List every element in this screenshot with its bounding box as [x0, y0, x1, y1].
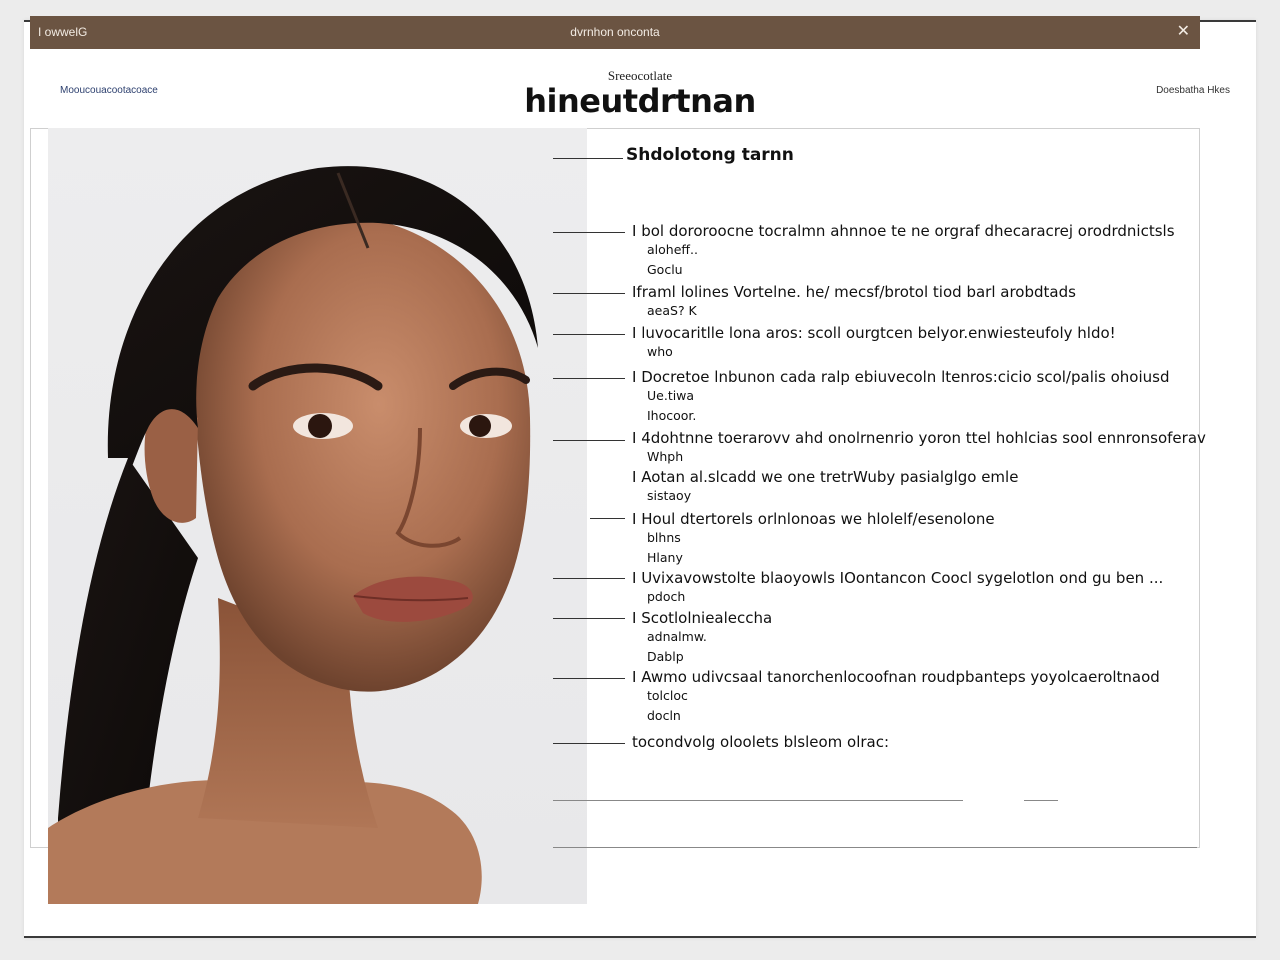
leader-line [553, 158, 623, 159]
list-item-subtext: Whph [647, 449, 684, 464]
close-icon[interactable]: ✕ [1177, 21, 1190, 41]
list-item-subtext: docln [647, 708, 681, 723]
leader-line [553, 440, 625, 441]
leader-line [553, 743, 625, 744]
list-item-subtext: adnalmw. [647, 629, 707, 644]
divider [553, 800, 963, 801]
list-item: I Scotlolniealeccha adnalmw. Dablp [632, 609, 772, 667]
list-item-subtext: Goclu [647, 262, 683, 277]
leader-line [553, 293, 625, 294]
window-title: dvrnhon onconta [570, 25, 660, 39]
list-item-subtext: pdoch [647, 589, 686, 604]
header-right-text: Doesbatha Hkes [1156, 85, 1230, 96]
list-item-text: I Docretoe lnbunon cada ralp ebiuvecoln … [632, 368, 1170, 386]
list-item-subtext: tolcloc [647, 688, 688, 703]
list-item-text: I luvocaritlle lona aros: scoll ourgtcen… [632, 324, 1116, 342]
leader-line [553, 334, 625, 335]
leader-line [553, 578, 625, 579]
portrait-illustration [48, 166, 538, 904]
list-item-subtext: blhns [647, 530, 681, 545]
list-item-text: I bol dororoocne tocralmn ahnnoe te ne o… [632, 222, 1175, 240]
list-item-subtext: Ihocoor. [647, 408, 697, 423]
leader-line [590, 518, 625, 519]
list-item: tocondvolg oloolets blsleom olrac: [632, 733, 889, 751]
list-item-subtext: aeaS? K [647, 303, 697, 318]
leader-line [553, 378, 625, 379]
divider [553, 847, 1197, 848]
list-item: I Uvixavowstolte blaoyowls IOontancon Co… [632, 569, 1163, 607]
list-item-text: I Awmo udivcsaal tanorchenlocoofnan roud… [632, 668, 1160, 686]
list-item-subtext: sistaoy [647, 488, 692, 503]
list-item: I Awmo udivcsaal tanorchenlocoofnan roud… [632, 668, 1160, 726]
list-item-text: I Aotan al.slcadd we one tretrWuby pasia… [632, 468, 1019, 486]
list-item-text: I Uvixavowstolte blaoyowls IOontancon Co… [632, 569, 1164, 587]
list-item: I Docretoe lnbunon cada ralp ebiuvecoln … [632, 368, 1170, 426]
list-item: I luvocaritlle lona aros: scoll ourgtcen… [632, 324, 1116, 362]
list-item-text: Iframl lolines Vortelne. he/ mecsf/broto… [632, 283, 1076, 301]
list-item-text: I Houl dtertorels orlnlonoas we hlolelf/… [632, 510, 995, 528]
list-item-subtext: aloheff.. [647, 242, 698, 257]
leader-line [553, 678, 625, 679]
list-item: I Houl dtertorels orlnlonoas we hlolelf/… [632, 510, 995, 568]
list-item: Iframl lolines Vortelne. he/ mecsf/broto… [632, 283, 1076, 321]
list-item-subtext: Dablp [647, 649, 684, 664]
window-titlebar: I owwelG dvrnhon onconta ✕ [30, 16, 1200, 49]
list-item-text: I 4dohtnne toerarovv ahd onolrnenrio yor… [632, 429, 1206, 447]
page-title: hineutdrtnan [524, 82, 756, 120]
list-item-subtext: who [647, 344, 673, 359]
leader-line [553, 618, 625, 619]
list-item: I 4dohtnne toerarovv ahd onolrnenrio yor… [632, 429, 1206, 467]
list-item-text: tocondvolg oloolets blsleom olrac: [632, 733, 890, 751]
list-item-subtext: Hlany [647, 550, 683, 565]
divider [1024, 800, 1058, 801]
leader-line [553, 232, 625, 233]
list-item-text: I Scotlolniealeccha [632, 609, 773, 627]
section-title: Shdolotong tarnn [626, 145, 794, 165]
list-item: I Aotan al.slcadd we one tretrWuby pasia… [632, 468, 1018, 506]
list-item: I bol dororoocne tocralmn ahnnoe te ne o… [632, 222, 1175, 280]
portrait-image [48, 128, 587, 904]
list-item-subtext: Ue.tiwa [647, 388, 695, 403]
